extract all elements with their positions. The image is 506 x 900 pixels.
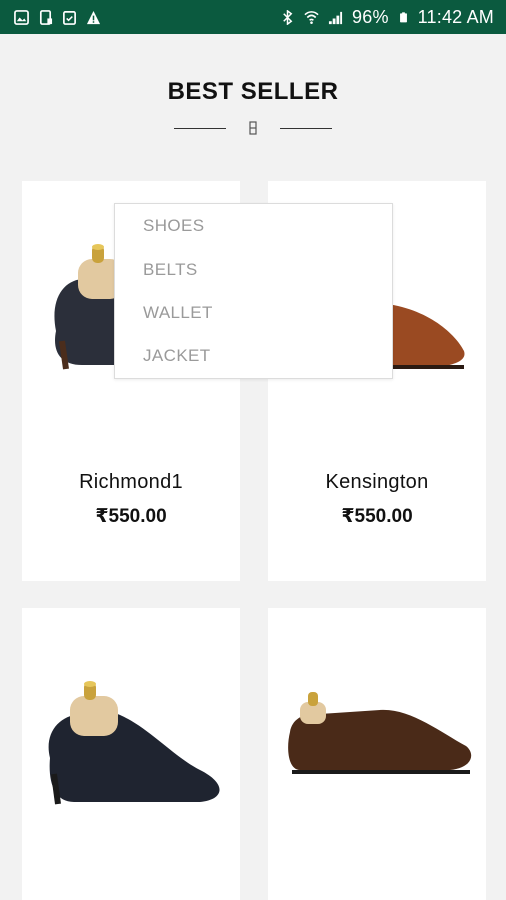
- bluetooth-icon: [283, 9, 293, 25]
- product-name: Richmond1: [79, 471, 183, 493]
- dropdown-item-shoes[interactable]: SHOES: [143, 216, 205, 236]
- product-card[interactable]: [22, 608, 240, 900]
- product-card[interactable]: [268, 608, 486, 900]
- wifi-icon: [304, 10, 319, 24]
- product-price: ₹550.00: [95, 506, 167, 527]
- dropdown-item-belts[interactable]: BELTS: [143, 260, 198, 280]
- product-name: Kensington: [325, 471, 429, 493]
- clipboard-icon: [63, 10, 76, 25]
- shoe-image: [288, 692, 472, 774]
- divider-ornament-icon: [249, 121, 257, 135]
- status-left: [14, 9, 101, 25]
- dropdown-item-wallet[interactable]: WALLET: [143, 303, 213, 323]
- product-price: ₹550.00: [341, 506, 413, 527]
- battery-level: 96%: [352, 6, 389, 27]
- status-bar: 96% 11:42 AM: [0, 0, 506, 34]
- category-dropdown-menu: SHOES BELTS WALLET JACKET: [114, 203, 393, 379]
- signal-icon: [328, 11, 343, 24]
- shoe-image: [48, 681, 220, 805]
- divider-line-right: [280, 127, 332, 129]
- divider-line-left: [174, 127, 226, 129]
- dropdown-item-jacket[interactable]: JACKET: [143, 346, 211, 366]
- section-title: BEST SELLER: [167, 78, 339, 105]
- clock: 11:42 AM: [417, 6, 494, 27]
- status-right: 96% 11:42 AM: [280, 7, 494, 28]
- image-icon: [14, 9, 29, 25]
- title-divider: [0, 118, 506, 138]
- phone-icon: [39, 9, 53, 25]
- battery-icon: [399, 11, 407, 22]
- warning-icon: [86, 10, 101, 24]
